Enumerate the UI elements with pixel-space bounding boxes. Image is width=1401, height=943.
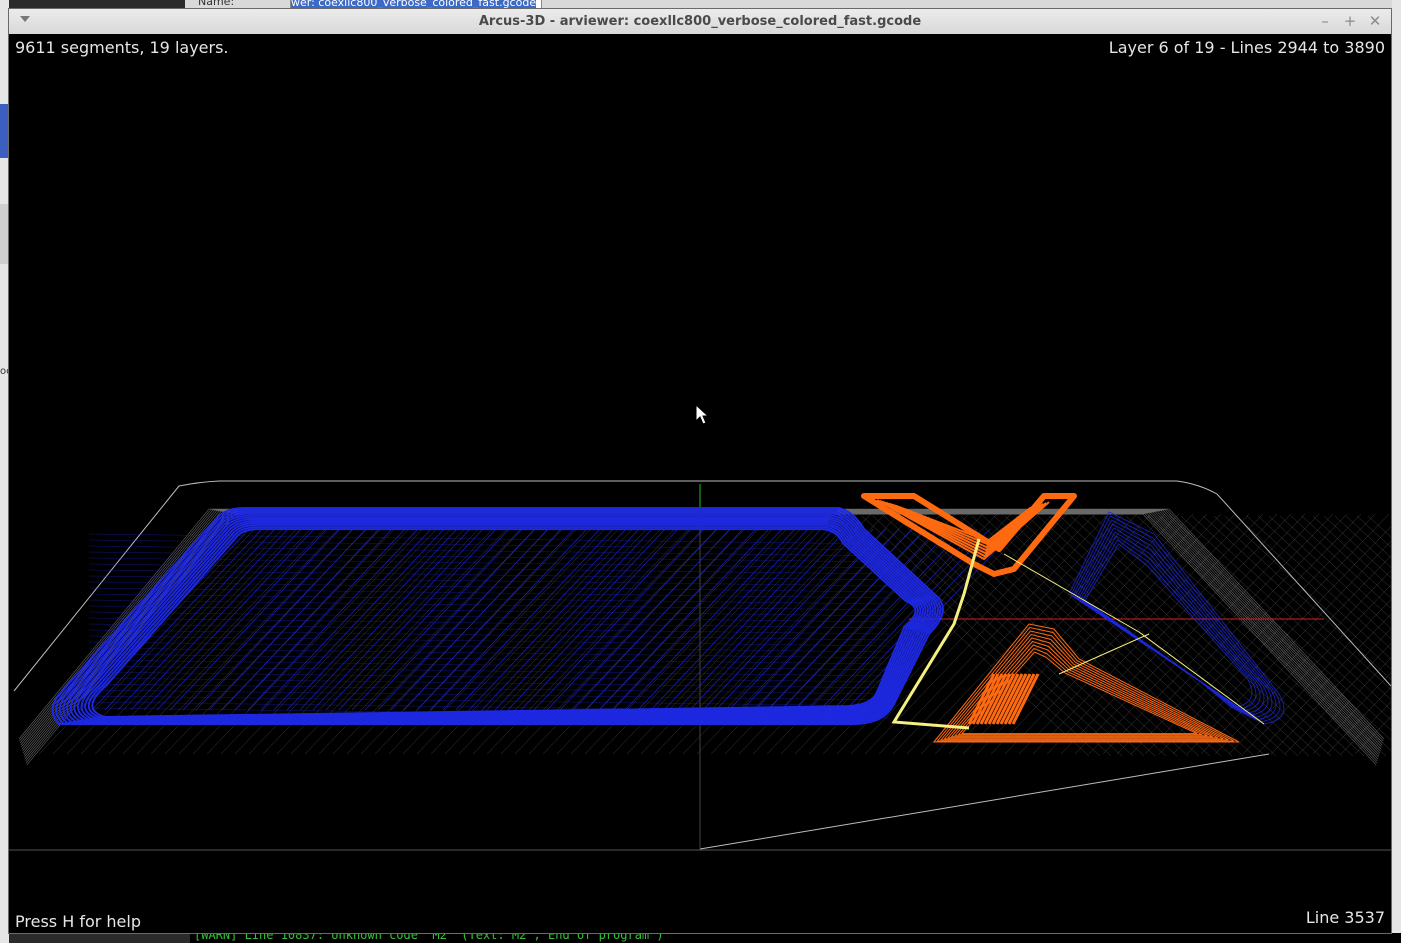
infill-line [993,515,1255,757]
background-right-panel [1392,0,1401,943]
infill-line [982,515,1244,757]
infill-line [1004,513,1236,755]
blue-infill [88,587,890,599]
blue-infill [88,653,890,665]
blue-infill [481,528,653,711]
toolpath-scene[interactable] [9,34,1391,933]
blue-infill [88,581,890,593]
gcode-3d-viewport[interactable]: 9611 segments, 19 layers. Layer 6 of 19 … [9,34,1391,933]
layer-outline [25,513,1378,764]
layer-info: Layer 6 of 19 - Lines 2944 to 3890 [1108,38,1385,57]
blue-infill [299,528,471,711]
blue-infill [234,528,406,711]
blue-infill [88,695,890,707]
blue-perimeter [51,507,944,725]
window-title: Arcus-3D - arviewer: coexllc800_verbose_… [478,14,922,29]
blue-part-toolpath [51,507,1017,725]
blue-infill [728,528,900,711]
blue-infill [247,528,419,711]
blue-infill [208,528,380,711]
arviewer-window: Arcus-3D - arviewer: coexllc800_verbose_… [8,8,1392,934]
infill-line [990,513,1222,755]
background-console: [WARN] Line 10837: Unknown code 'M2' (Te… [190,933,1401,943]
blue-infill [572,528,744,711]
blue-infill [689,528,861,711]
blue-infill [624,528,796,711]
blue-infill [507,528,679,711]
blue-infill [520,528,692,711]
window-titlebar[interactable]: Arcus-3D - arviewer: coexllc800_verbose_… [9,9,1391,35]
blue-infill [88,683,890,695]
layer-outline [26,513,1377,766]
infill-line [1340,701,1391,755]
bed-plane [699,753,1270,850]
infill-line [1326,686,1391,755]
blue-right-perimeter [1076,527,1269,717]
infill-line [1114,515,1376,757]
blue-infill [702,528,874,711]
segments-info: 9611 segments, 19 layers. [15,38,229,57]
blue-infill [88,677,890,689]
blue-infill [88,641,890,653]
close-button[interactable]: ✕ [1365,12,1385,30]
mouse-cursor-icon [695,403,710,425]
infill-line [927,515,1189,757]
blue-infill [416,528,588,711]
minimize-button[interactable]: – [1315,12,1335,30]
blue-infill [221,528,393,711]
blue-infill [429,528,601,711]
help-hint: Press H for help [15,912,141,931]
maximize-button[interactable]: + [1340,12,1360,30]
infill-line [1088,513,1320,755]
current-line-indicator: Line 3537 [1305,908,1385,927]
infill-line [1256,613,1391,755]
blue-infill [715,528,887,711]
infill-line [1081,515,1343,757]
blue-infill [88,671,890,683]
background-name-label: Name: [198,0,235,8]
console-warning-line: [WARN] Line 10837: Unknown code 'M2' (Te… [194,933,664,942]
blue-infill [364,528,536,711]
blue-infill [88,557,890,569]
blue-infill [88,605,890,617]
blue-infill [88,599,890,611]
